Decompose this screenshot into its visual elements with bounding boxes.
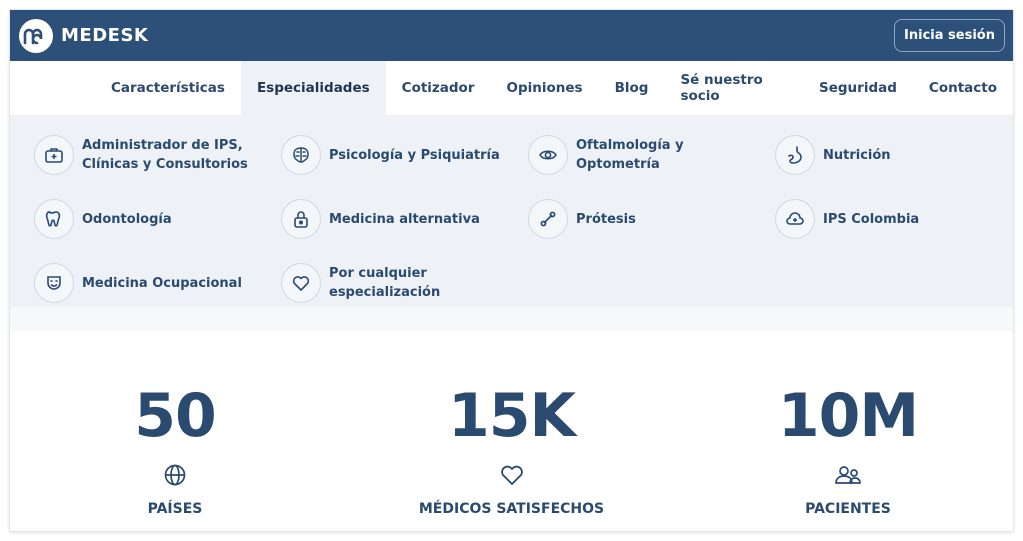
specialties-dropdown: Administrador de IPS, Clínicas y Consult… <box>10 115 1013 307</box>
heart-icon <box>281 263 321 303</box>
nav-item-especialidades[interactable]: Especialidades <box>240 61 386 115</box>
brand[interactable]: MEDESK <box>19 18 149 53</box>
specialty-item-medicina-alternativa[interactable]: Medicina alternativa <box>281 187 528 251</box>
users-icon <box>834 461 862 489</box>
stats-section: 50 PAÍSES 15K MÉDICOS SATISFECHOS 10M PA… <box>10 331 1013 531</box>
page: MEDESK Inicia sesión Características Esp… <box>10 10 1013 531</box>
stat-label: PACIENTES <box>805 501 891 517</box>
eye-icon <box>528 135 568 175</box>
specialty-label: Medicina Ocupacional <box>82 275 242 291</box>
stat-value: 15K <box>448 381 576 451</box>
heart-icon <box>499 461 525 489</box>
medical-bag-icon <box>34 135 74 175</box>
specialty-item-odontologia[interactable]: Odontología <box>34 187 281 251</box>
nav-item-seguridad[interactable]: Seguridad <box>803 61 913 115</box>
stat-medicos: 15K MÉDICOS SATISFECHOS <box>347 331 677 531</box>
globe-icon <box>163 461 187 489</box>
stat-value: 10M <box>777 381 919 451</box>
nav-item-socio[interactable]: Sé nuestro socio <box>664 61 803 115</box>
specialty-label: Nutrición <box>823 147 891 163</box>
stat-paises: 50 PAÍSES <box>10 331 340 531</box>
specialty-label: IPS Colombia <box>823 211 920 227</box>
nav-item-opiniones[interactable]: Opiniones <box>490 61 598 115</box>
brand-name: MEDESK <box>61 25 149 46</box>
mask-icon <box>34 263 74 303</box>
main-nav: Características Especialidades Cotizador… <box>10 61 1013 115</box>
specialty-label: Prótesis <box>576 211 636 227</box>
nav-item-blog[interactable]: Blog <box>599 61 665 115</box>
bone-icon <box>528 199 568 239</box>
medesk-logo-icon <box>19 18 53 53</box>
specialty-label: Psicología y Psiquiatría <box>329 147 500 163</box>
lock-icon <box>281 199 321 239</box>
specialty-item-cualquier[interactable]: Por cualquier especialización <box>281 251 528 315</box>
specialty-item-nutricion[interactable]: Nutrición <box>775 123 995 187</box>
stat-pacientes: 10M PACIENTES <box>683 331 1013 531</box>
nav-item-caracteristicas[interactable]: Características <box>95 61 241 115</box>
tooth-icon <box>34 199 74 239</box>
specialty-item-medicina-ocupacional[interactable]: Medicina Ocupacional <box>34 251 281 315</box>
specialty-label: Por cualquier especialización <box>329 266 441 300</box>
stomach-icon <box>775 135 815 175</box>
specialty-item-protesis[interactable]: Prótesis <box>528 187 775 251</box>
specialty-item-ips-colombia[interactable]: IPS Colombia <box>775 187 995 251</box>
top-bar: MEDESK Inicia sesión <box>10 10 1013 61</box>
nav-item-contacto[interactable]: Contacto <box>913 61 1013 115</box>
medical-cloud-icon <box>775 199 815 239</box>
stat-label: MÉDICOS SATISFECHOS <box>418 501 605 517</box>
specialty-label: Medicina alternativa <box>329 211 480 227</box>
specialty-label: Administrador de IPS, Clínicas y Consult… <box>82 138 248 172</box>
stat-value: 50 <box>134 381 216 451</box>
stat-label: PAÍSES <box>147 501 203 517</box>
nav-item-cotizador[interactable]: Cotizador <box>386 61 491 115</box>
specialty-label: Oftalmología y Optometría <box>576 138 684 172</box>
login-button[interactable]: Inicia sesión <box>894 19 1005 52</box>
specialty-item-ips-admin[interactable]: Administrador de IPS, Clínicas y Consult… <box>34 123 281 187</box>
specialty-item-oftalmologia[interactable]: Oftalmología y Optometría <box>528 123 775 187</box>
specialty-label: Odontología <box>82 211 172 227</box>
specialty-item-psicologia[interactable]: Psicología y Psiquiatría <box>281 123 528 187</box>
brain-icon <box>281 135 321 175</box>
